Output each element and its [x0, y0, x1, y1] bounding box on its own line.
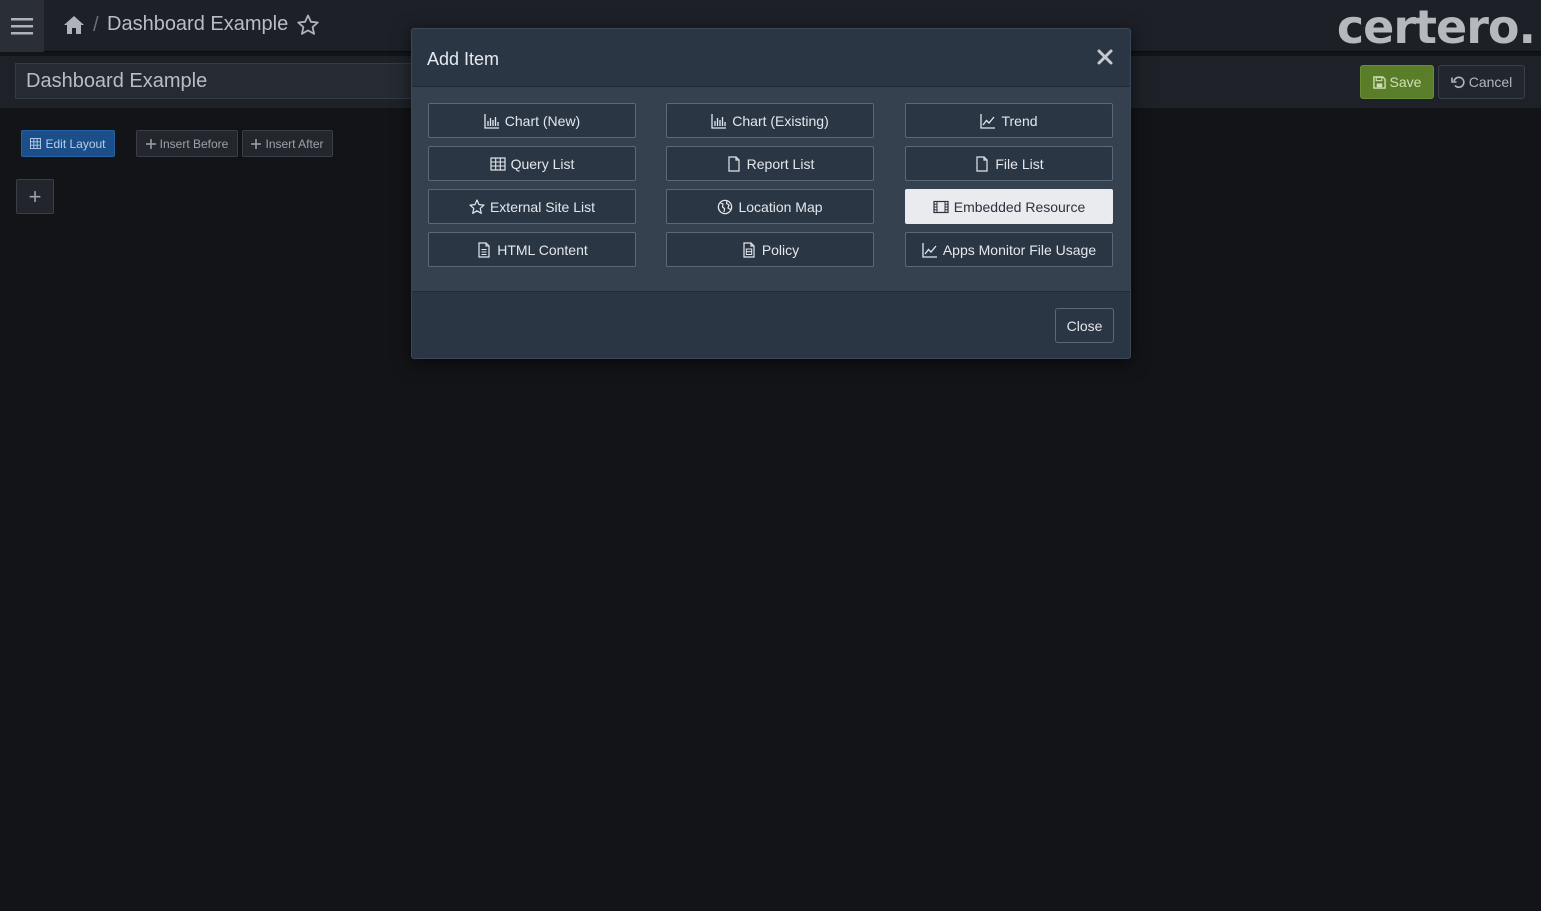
- item-label: Chart (Existing): [732, 112, 829, 129]
- globe-icon: [718, 199, 733, 214]
- cancel-button[interactable]: Cancel: [1438, 65, 1525, 99]
- trend-icon: [980, 113, 996, 129]
- save-icon: [1372, 75, 1386, 89]
- breadcrumb-current: Dashboard Example: [107, 13, 289, 35]
- table-icon: [489, 156, 506, 171]
- edit-layout-label: Edit Layout: [45, 136, 106, 151]
- add-widget-button[interactable]: +: [16, 179, 54, 214]
- insert-after-label: Insert After: [265, 136, 324, 151]
- chart-icon: [484, 113, 499, 129]
- undo-icon: [1450, 76, 1465, 89]
- trend-icon: [922, 242, 937, 258]
- insert-after-button[interactable]: Insert After: [242, 130, 333, 157]
- brand-logo: certero.: [1336, 0, 1536, 54]
- policy-icon: [743, 241, 755, 258]
- query-list-button[interactable]: Query List: [428, 146, 636, 181]
- cancel-label: Cancel: [1468, 74, 1513, 90]
- save-button[interactable]: Save: [1360, 65, 1434, 99]
- chart-icon: [711, 113, 727, 129]
- favorite-star-icon[interactable]: [296, 13, 320, 37]
- policy-button[interactable]: Policy: [666, 232, 874, 267]
- insert-before-button[interactable]: Insert Before: [136, 130, 238, 157]
- save-label: Save: [1389, 74, 1422, 90]
- item-label: Apps Monitor File Usage: [942, 241, 1097, 258]
- external-site-list-button[interactable]: External Site List: [428, 189, 636, 224]
- insert-before-label: Insert Before: [159, 136, 229, 151]
- modal-footer: Close: [412, 291, 1130, 358]
- item-label: Embedded Resource: [953, 198, 1086, 215]
- embedded-resource-button[interactable]: Embedded Resource: [905, 189, 1113, 224]
- apps-monitor-file-usage-button[interactable]: Apps Monitor File Usage: [905, 232, 1113, 267]
- chart-new-button[interactable]: Chart (New): [428, 103, 636, 138]
- file-list-button[interactable]: File List: [905, 146, 1113, 181]
- item-label: Trend: [1001, 112, 1038, 129]
- modal-header: Add Item: [412, 29, 1130, 87]
- close-label: Close: [1066, 317, 1103, 334]
- close-button[interactable]: Close: [1055, 308, 1114, 343]
- star-icon: [469, 198, 485, 214]
- home-icon[interactable]: [62, 13, 86, 37]
- chart-existing-button[interactable]: Chart (Existing): [666, 103, 874, 138]
- item-label: Policy: [761, 241, 800, 258]
- breadcrumb-separator: /: [93, 14, 99, 36]
- grid-icon: [30, 138, 42, 149]
- dashboard-title-input[interactable]: [15, 63, 415, 99]
- location-map-button[interactable]: Location Map: [666, 189, 874, 224]
- plus-icon: [251, 138, 262, 149]
- menu-toggle-button[interactable]: [0, 0, 44, 52]
- item-label: File List: [995, 155, 1044, 172]
- file-icon: [976, 155, 988, 172]
- film-icon: [933, 200, 949, 213]
- document-icon: [478, 241, 490, 258]
- hamburger-icon: [11, 18, 33, 35]
- file-icon: [728, 155, 740, 172]
- item-label: Report List: [746, 155, 815, 172]
- html-content-button[interactable]: HTML Content: [428, 232, 636, 267]
- item-label: HTML Content: [497, 241, 588, 258]
- modal-title: Add Item: [427, 49, 500, 69]
- edit-layout-button[interactable]: Edit Layout: [21, 130, 115, 157]
- trend-button[interactable]: Trend: [905, 103, 1113, 138]
- add-label: +: [28, 183, 42, 209]
- item-label: External Site List: [489, 198, 596, 215]
- plus-icon: [145, 138, 156, 149]
- add-item-modal: Add Item Chart (New) Chart (Existing) Tr…: [411, 28, 1131, 359]
- report-list-button[interactable]: Report List: [666, 146, 874, 181]
- item-label: Chart (New): [504, 112, 581, 129]
- item-label: Location Map: [738, 198, 823, 215]
- item-label: Query List: [510, 155, 575, 172]
- close-icon[interactable]: [1096, 48, 1114, 66]
- modal-body: Chart (New) Chart (Existing) Trend Query…: [412, 87, 1130, 291]
